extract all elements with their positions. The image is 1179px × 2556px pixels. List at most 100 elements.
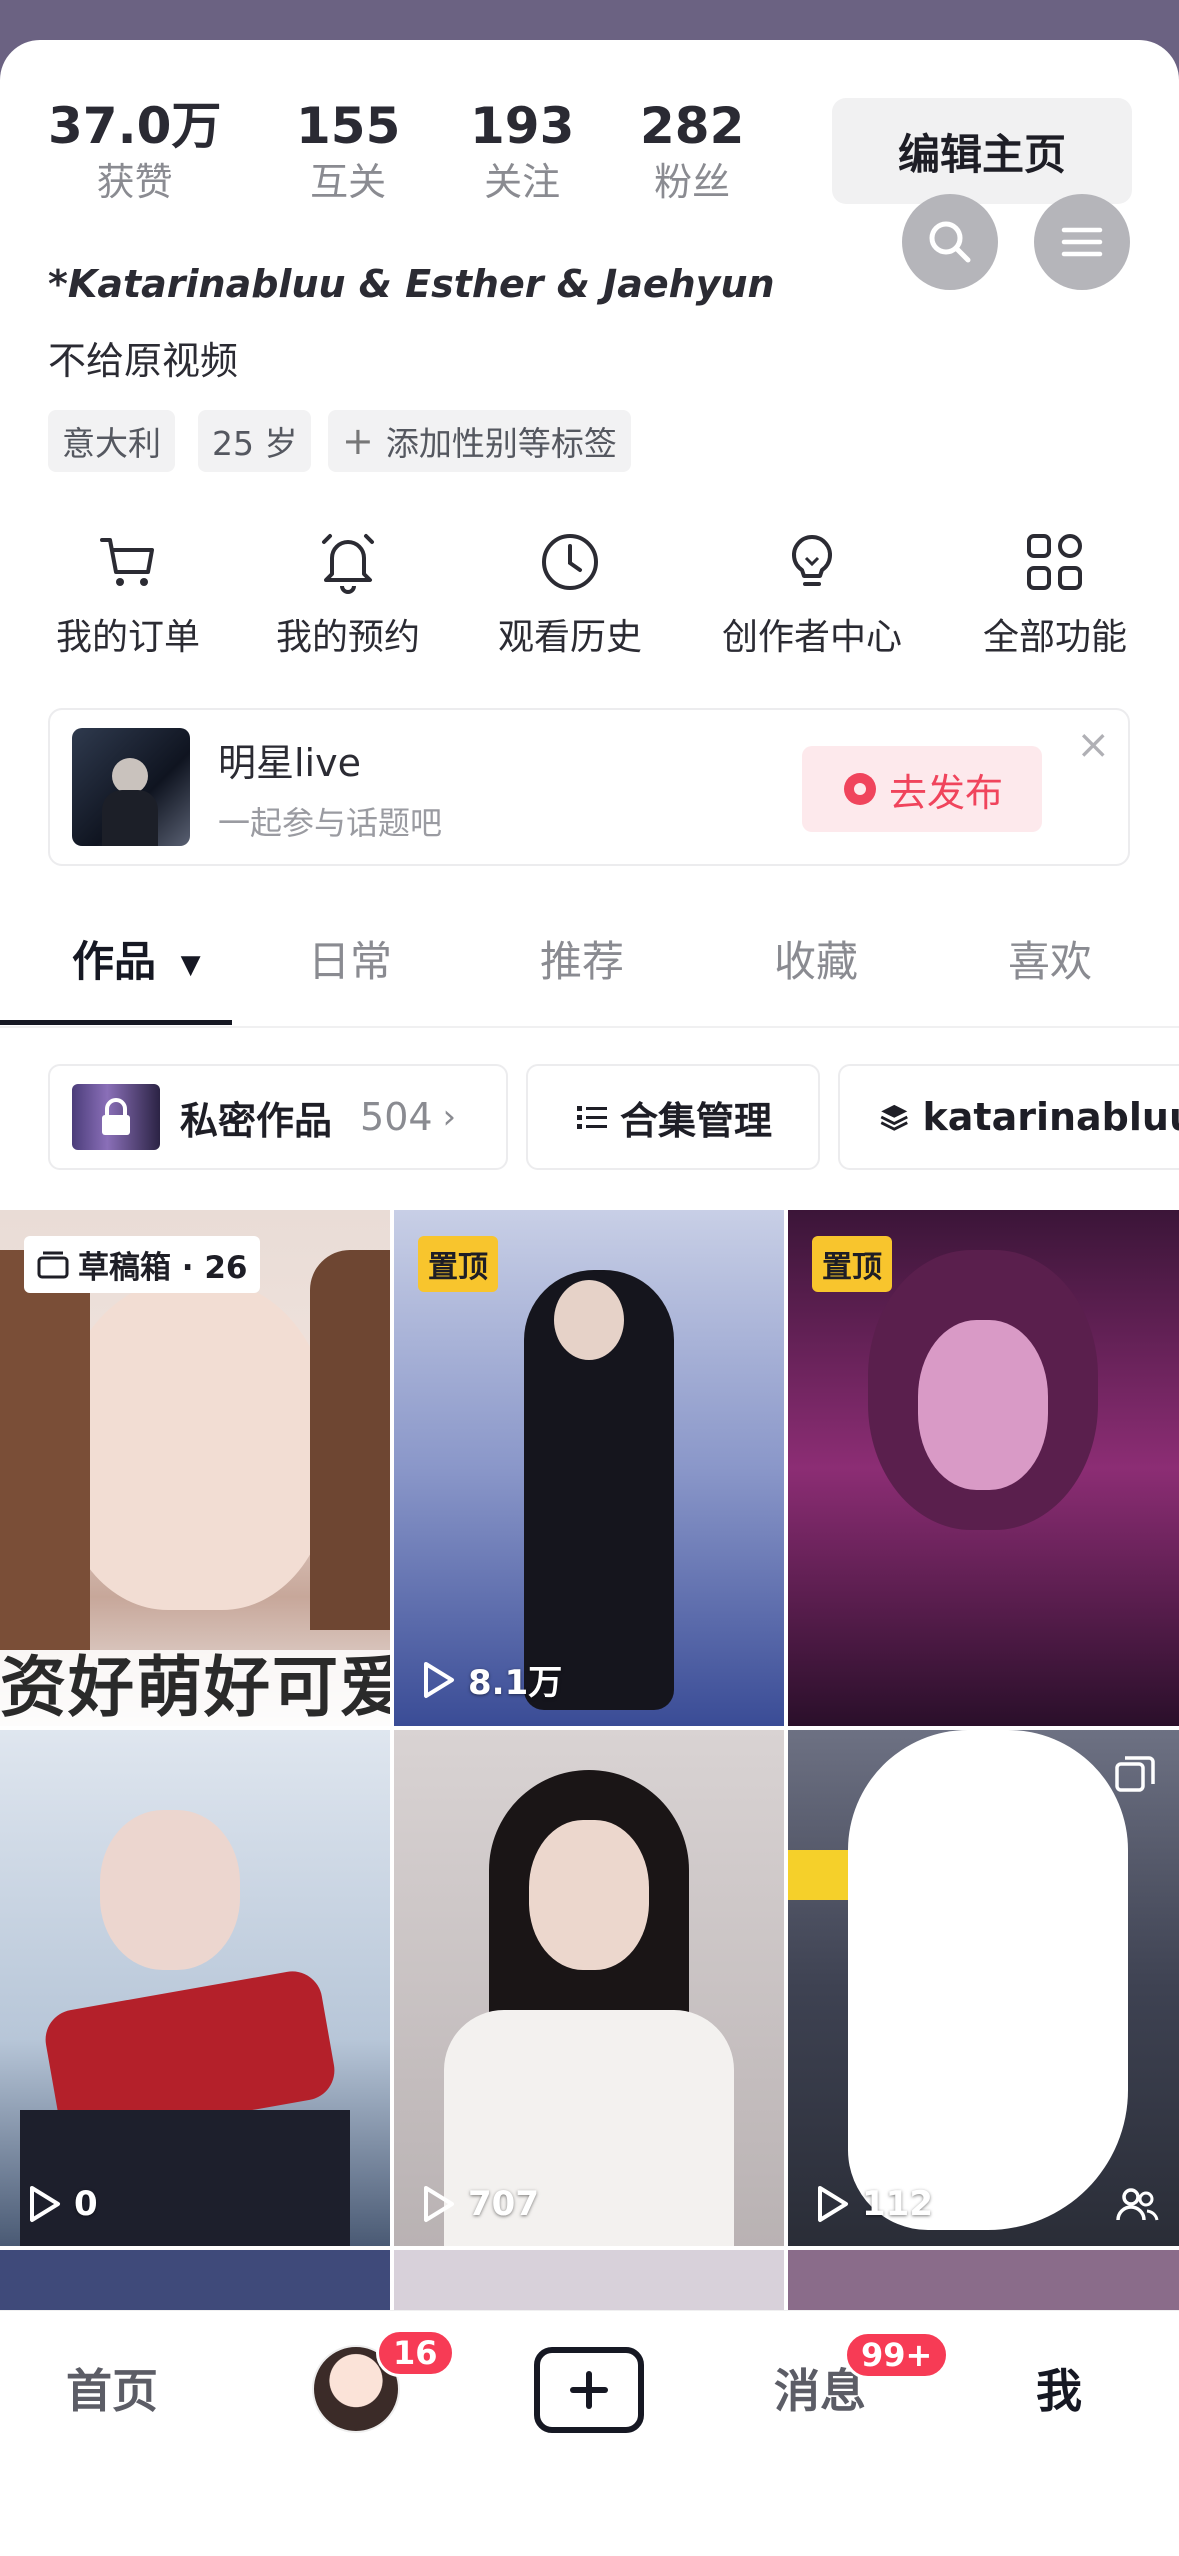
lock-icon bbox=[102, 1098, 130, 1135]
caret-down-icon: ▼ bbox=[180, 949, 201, 980]
chevron-right-icon: › bbox=[442, 1097, 457, 1137]
stat-mutual[interactable]: 155 互关 bbox=[296, 96, 400, 208]
play-icon bbox=[30, 2186, 60, 2222]
play-count: 112 bbox=[814, 2184, 933, 2224]
play-count: 8.1万 bbox=[420, 1655, 562, 1704]
video-tile-multi[interactable]: 112 bbox=[788, 1730, 1179, 2246]
shortcut-reservations[interactable]: 我的预约 bbox=[268, 530, 428, 660]
play-count: 707 bbox=[420, 2184, 539, 2224]
video-tile-pinned-1[interactable]: 置顶 8.1万 bbox=[394, 1210, 784, 1726]
username: *Katarinabluu & Esther & Jaehyun bbox=[48, 262, 775, 306]
tab-likes[interactable]: 喜欢 bbox=[1008, 928, 1092, 989]
play-icon bbox=[818, 2186, 848, 2222]
tab-works[interactable]: 作品 ▼ bbox=[72, 928, 201, 989]
friends-badge: 16 bbox=[376, 2329, 455, 2377]
menu-button[interactable] bbox=[1034, 194, 1130, 290]
publish-button[interactable]: 去发布 bbox=[802, 746, 1042, 832]
stat-label: 关注 bbox=[484, 160, 561, 204]
promo-thumbnail bbox=[72, 728, 190, 846]
tab-label: 作品 bbox=[72, 937, 157, 986]
stat-value: 155 bbox=[296, 97, 401, 155]
shortcut-orders[interactable]: 我的订单 bbox=[48, 530, 208, 660]
pinned-badge: 置顶 bbox=[418, 1236, 498, 1292]
close-icon[interactable]: × bbox=[1076, 722, 1110, 768]
private-works-label: 私密作品 bbox=[180, 1098, 333, 1143]
tab-favorites[interactable]: 收藏 bbox=[774, 928, 858, 989]
collection-manage-label: 合集管理 bbox=[619, 1098, 772, 1143]
promo-title: 明星live bbox=[218, 741, 361, 785]
search-button[interactable] bbox=[902, 194, 998, 290]
stat-value: 282 bbox=[640, 97, 745, 155]
tag-location: 意大利 bbox=[48, 410, 175, 472]
play-count-value: 8.1万 bbox=[468, 1663, 563, 1703]
menu-icon bbox=[1061, 227, 1103, 257]
lightbulb-icon bbox=[792, 535, 832, 586]
cart-icon bbox=[100, 538, 154, 586]
nav-me[interactable]: 我 bbox=[1036, 2355, 1082, 2421]
bottom-nav: 首页 16 消息 99+ 我 bbox=[0, 2310, 1179, 2556]
collection-chip[interactable]: katarinabluu bbox=[838, 1064, 1179, 1170]
video-tile[interactable]: 0 bbox=[0, 1730, 390, 2246]
shortcut-label: 我的订单 bbox=[55, 617, 200, 658]
stat-label: 获赞 bbox=[96, 160, 173, 204]
play-count-value: 112 bbox=[862, 2184, 933, 2224]
camera-icon bbox=[843, 773, 876, 805]
private-thumbnail bbox=[72, 1084, 160, 1150]
play-count-value: 0 bbox=[74, 2184, 98, 2224]
collection-manage-button[interactable]: 合集管理 bbox=[526, 1064, 820, 1170]
plus-icon bbox=[570, 2371, 608, 2409]
shortcut-label: 全部功能 bbox=[982, 617, 1127, 658]
play-icon bbox=[424, 1661, 454, 1698]
topic-promo-card[interactable]: 明星live 一起参与话题吧 去发布 × bbox=[48, 708, 1130, 866]
active-tab-indicator bbox=[0, 1020, 232, 1025]
video-tile[interactable]: 707 bbox=[394, 1730, 784, 2246]
stat-value: 37.0万 bbox=[48, 97, 222, 155]
private-works-count: 504 bbox=[360, 1095, 433, 1139]
shortcut-label: 观看历史 bbox=[497, 617, 642, 658]
nav-friends[interactable]: 16 bbox=[312, 2329, 455, 2433]
profile-sheet: 37.0万 获赞 155 互关 193 关注 282 粉丝 编辑主页 *Kata… bbox=[0, 40, 1179, 2556]
drafts-badge: 草稿箱 · 26 bbox=[24, 1236, 260, 1293]
publish-label: 去发布 bbox=[888, 770, 1003, 815]
video-tile-draft[interactable]: 草稿箱 · 26 资好萌好可爱 bbox=[0, 1210, 390, 1726]
tag-age: 25 岁 bbox=[198, 410, 312, 472]
nav-home[interactable]: 首页 bbox=[66, 2355, 158, 2421]
multi-image-icon bbox=[1115, 1756, 1155, 1792]
pinned-badge: 置顶 bbox=[812, 1236, 892, 1292]
shortcut-creator-center[interactable]: 创作者中心 bbox=[712, 530, 912, 660]
grid-icon bbox=[1027, 534, 1082, 590]
tab-daily[interactable]: 日常 bbox=[308, 928, 392, 989]
stat-label: 互关 bbox=[310, 160, 387, 204]
stat-value: 193 bbox=[470, 97, 575, 155]
stat-likes[interactable]: 37.0万 获赞 bbox=[48, 96, 221, 208]
shortcut-history[interactable]: 观看历史 bbox=[490, 530, 650, 660]
collection-name: katarinabluu bbox=[922, 1095, 1179, 1139]
friends-visible-icon bbox=[1116, 2188, 1159, 2221]
divider bbox=[0, 1026, 1179, 1028]
promo-subtitle: 一起参与话题吧 bbox=[218, 804, 443, 842]
private-works-chip[interactable]: 私密作品 504 › bbox=[48, 1064, 508, 1170]
drafts-box-icon bbox=[37, 1251, 69, 1278]
edit-profile-button[interactable]: 编辑主页 bbox=[832, 98, 1132, 204]
layers-icon bbox=[880, 1104, 908, 1131]
tab-recommended[interactable]: 推荐 bbox=[540, 928, 624, 989]
video-tile-pinned-2[interactable]: 置顶 bbox=[788, 1210, 1179, 1726]
create-button[interactable] bbox=[534, 2347, 644, 2433]
add-tag-label: 添加性别等标签 bbox=[385, 424, 617, 463]
bell-icon bbox=[322, 534, 374, 594]
shortcut-all-features[interactable]: 全部功能 bbox=[970, 530, 1140, 660]
add-tag-button[interactable]: + 添加性别等标签 bbox=[328, 410, 631, 472]
drafts-label: 草稿箱 · 26 bbox=[78, 1250, 248, 1286]
play-count: 0 bbox=[26, 2184, 98, 2224]
nav-messages[interactable]: 消息 99+ bbox=[774, 2331, 950, 2421]
list-icon bbox=[576, 1106, 607, 1129]
stat-followers[interactable]: 282 粉丝 bbox=[640, 96, 744, 208]
messages-badge: 99+ bbox=[844, 2331, 950, 2379]
plus-icon: + bbox=[342, 419, 374, 463]
shortcut-label: 我的预约 bbox=[275, 617, 420, 658]
play-icon bbox=[424, 2186, 454, 2222]
stat-following[interactable]: 193 关注 bbox=[470, 96, 574, 208]
search-icon bbox=[929, 221, 971, 263]
bio: 不给原视频 bbox=[48, 339, 239, 383]
stat-label: 粉丝 bbox=[654, 160, 731, 204]
